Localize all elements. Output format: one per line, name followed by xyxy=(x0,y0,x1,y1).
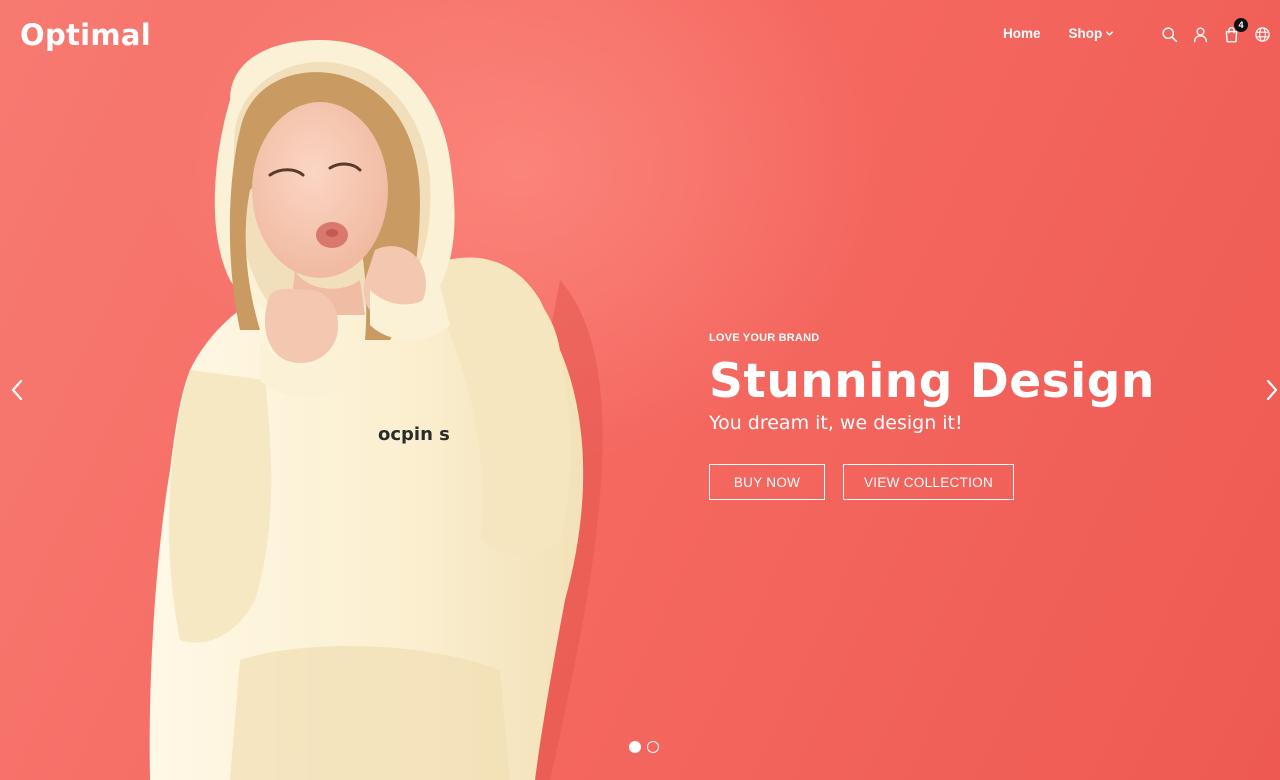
view-collection-button[interactable]: VIEW COLLECTION xyxy=(843,464,1014,500)
user-icon xyxy=(1193,27,1208,43)
main-nav: Home Shop xyxy=(1003,26,1114,41)
slide-dot-1[interactable] xyxy=(629,741,641,753)
site-header: Optimal Home Shop 4 xyxy=(0,0,1280,72)
header-icons: 4 xyxy=(1160,18,1272,45)
buy-now-button[interactable]: BUY NOW xyxy=(709,464,825,500)
chevron-right-icon xyxy=(1266,379,1278,401)
cart-count-badge: 4 xyxy=(1234,18,1248,32)
model-image: ocpin s xyxy=(149,40,603,780)
next-slide-button[interactable] xyxy=(1261,378,1280,402)
slide-content: LOVE YOUR BRAND Stunning Design You drea… xyxy=(709,332,1155,500)
nav-home-label: Home xyxy=(1003,26,1041,41)
search-icon xyxy=(1162,27,1178,43)
slider-pagination xyxy=(629,741,659,753)
nav-shop[interactable]: Shop xyxy=(1069,26,1115,41)
brand-logo[interactable]: Optimal xyxy=(20,18,151,52)
slide-dot-2[interactable] xyxy=(647,741,659,753)
account-button[interactable] xyxy=(1191,24,1210,45)
cta-row: BUY NOW VIEW COLLECTION xyxy=(709,464,1155,500)
hero-slider: Optimal Home Shop 4 ocpin s LOVE YOUR BR… xyxy=(0,0,1280,780)
nav-shop-label: Shop xyxy=(1068,26,1103,41)
search-button[interactable] xyxy=(1160,24,1179,45)
slide-eyebrow: LOVE YOUR BRAND xyxy=(709,332,820,344)
chevron-down-icon xyxy=(1106,31,1114,36)
chevron-left-icon xyxy=(11,379,23,401)
previous-slide-button[interactable] xyxy=(6,378,28,402)
hoodie-print: ocpin s xyxy=(378,424,450,445)
nav-home[interactable]: Home xyxy=(1003,26,1041,41)
slide-headline: Stunning Design xyxy=(709,354,1155,409)
slide-subheadline: You dream it, we design it! xyxy=(709,412,963,434)
cart-button[interactable]: 4 xyxy=(1222,18,1248,45)
language-button[interactable] xyxy=(1253,24,1272,45)
globe-icon xyxy=(1255,27,1270,42)
